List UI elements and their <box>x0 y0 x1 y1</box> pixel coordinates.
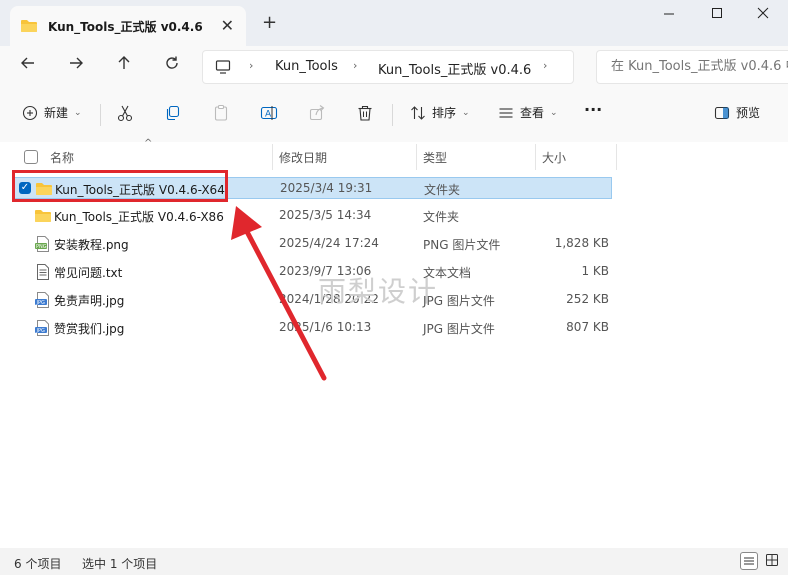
delete-icon[interactable] <box>356 104 378 126</box>
svg-text:JPG: JPG <box>36 328 45 334</box>
file-size: 807 KB <box>566 320 609 334</box>
status-bar: 6 个项目 选中 1 个项目 <box>0 548 788 575</box>
folder-icon <box>35 210 51 222</box>
new-button[interactable]: 新建 ⌄ <box>22 104 82 121</box>
file-type: PNG 图片文件 <box>423 238 501 252</box>
table-row[interactable]: JPG 免责声明.jpg 2024/1/28 20:22 JPG 图片文件 25… <box>12 289 612 311</box>
svg-text:PNG: PNG <box>36 244 47 250</box>
view-label: 查看 <box>520 106 545 120</box>
sort-icon <box>411 105 425 120</box>
file-name: Kun_Tools_正式版 V0.4.6-X86 <box>54 210 224 224</box>
file-size: 1,828 KB <box>554 236 609 250</box>
breadcrumb-item-current[interactable]: Kun_Tools_正式版 v0.4.6 <box>378 59 531 78</box>
tiles-view-icon[interactable] <box>764 552 782 570</box>
share-icon[interactable] <box>308 104 330 126</box>
chevron-right-icon[interactable]: › <box>543 59 547 72</box>
tab-title: Kun_Tools_正式版 v0.4.6 <box>48 19 203 34</box>
preview-button[interactable]: 预览 <box>714 104 760 121</box>
table-row[interactable]: Kun_Tools_正式版 V0.4.6-X86 2025/3/5 14:34 … <box>12 205 612 227</box>
up-arrow-icon[interactable] <box>112 55 136 77</box>
txt-file-icon <box>37 264 49 280</box>
address-bar: › Kun_Tools › Kun_Tools_正式版 v0.4.6 › <box>0 46 788 89</box>
chevron-down-icon: ⌄ <box>74 107 82 118</box>
file-date: 2025/3/5 14:34 <box>279 208 372 222</box>
search-box[interactable] <box>596 50 788 84</box>
details-view-icon[interactable] <box>740 552 758 570</box>
chevron-right-icon: › <box>353 59 358 72</box>
command-bar: 新建 ⌄ A 排序 ⌄ 查看 ⌄ ··· 预览 <box>0 88 788 143</box>
minimize-icon[interactable] <box>654 6 684 26</box>
column-divider[interactable] <box>616 144 617 170</box>
select-all-checkbox[interactable] <box>24 150 38 164</box>
svg-text:A: A <box>265 110 272 120</box>
copy-icon[interactable] <box>164 104 186 126</box>
file-date: 2025/4/24 17:24 <box>279 236 379 250</box>
rename-icon[interactable]: A <box>260 104 282 126</box>
file-type: 文件夹 <box>424 183 461 197</box>
more-options-icon[interactable]: ··· <box>584 100 602 119</box>
preview-pane-icon <box>714 106 730 119</box>
refresh-icon[interactable] <box>160 55 184 77</box>
explorer-tab[interactable]: Kun_Tools_正式版 v0.4.6 ✕ <box>10 6 246 46</box>
chevron-right-icon: › <box>249 59 254 72</box>
paste-icon[interactable] <box>212 104 234 126</box>
maximize-icon[interactable] <box>702 6 732 26</box>
chevron-down-icon: ⌄ <box>550 107 558 118</box>
file-size: 1 KB <box>581 264 609 278</box>
file-name: 赞赏我们.jpg <box>54 322 125 336</box>
table-row[interactable]: PNG 安装教程.png 2025/4/24 17:24 PNG 图片文件 1,… <box>12 233 612 255</box>
file-name: 安装教程.png <box>54 238 129 252</box>
item-count: 6 个项目 <box>14 557 62 571</box>
file-size: 252 KB <box>566 292 609 306</box>
table-row[interactable]: 常见问题.txt 2023/9/7 13:06 文本文档 1 KB <box>12 261 612 283</box>
column-name[interactable]: 名称 <box>50 149 74 166</box>
divider <box>100 104 101 126</box>
annotation-highlight-box <box>12 170 228 202</box>
jpg-file-icon: JPG <box>35 292 49 308</box>
file-type: 文件夹 <box>423 210 460 224</box>
breadcrumb[interactable]: › Kun_Tools › Kun_Tools_正式版 v0.4.6 › <box>202 50 574 84</box>
search-input[interactable] <box>597 51 788 81</box>
preview-label: 预览 <box>736 106 761 120</box>
sort-label: 排序 <box>432 106 457 120</box>
computer-icon <box>215 60 231 74</box>
chevron-down-icon: ⌄ <box>462 107 470 118</box>
cut-icon[interactable] <box>116 104 138 126</box>
view-button[interactable]: 查看 ⌄ <box>498 104 558 121</box>
forward-arrow-icon[interactable] <box>64 55 88 77</box>
title-bar: Kun_Tools_正式版 v0.4.6 ✕ + <box>0 0 788 46</box>
sort-button[interactable]: 排序 ⌄ <box>410 104 470 121</box>
view-list-icon <box>499 107 513 118</box>
file-list: ^ 名称 修改日期 类型 大小 ✓ Kun_Tools_正式版 V0.4.6-X… <box>0 138 788 548</box>
close-window-icon[interactable] <box>748 6 778 26</box>
new-tab-button[interactable]: + <box>262 12 277 33</box>
breadcrumb-item-kun-tools[interactable]: Kun_Tools <box>275 59 338 74</box>
svg-text:JPG: JPG <box>36 300 45 306</box>
selection-count: 选中 1 个项目 <box>82 557 158 571</box>
divider <box>392 104 393 126</box>
file-name: 常见问题.txt <box>54 266 123 280</box>
back-arrow-icon[interactable] <box>16 55 40 77</box>
file-type: JPG 图片文件 <box>423 322 495 336</box>
column-type[interactable]: 类型 <box>423 149 447 166</box>
column-date[interactable]: 修改日期 <box>279 149 327 166</box>
sort-up-icon: ^ <box>144 138 153 149</box>
file-date: 2025/1/6 10:13 <box>279 320 372 334</box>
plus-circle-icon <box>22 105 38 120</box>
new-label: 新建 <box>44 106 69 120</box>
jpg-file-icon: JPG <box>35 320 49 336</box>
close-tab-icon[interactable]: ✕ <box>221 16 234 35</box>
png-file-icon: PNG <box>35 236 49 252</box>
file-name: 免责声明.jpg <box>54 294 125 308</box>
column-divider[interactable] <box>272 144 273 170</box>
column-header: ^ 名称 修改日期 类型 大小 <box>0 138 788 172</box>
column-divider[interactable] <box>416 144 417 170</box>
file-date: 2025/3/4 19:31 <box>280 181 373 195</box>
table-row[interactable]: JPG 赞赏我们.jpg 2025/1/6 10:13 JPG 图片文件 807… <box>12 317 612 339</box>
watermark: 雨梨设计 <box>318 275 439 308</box>
folder-icon <box>21 20 37 32</box>
column-divider[interactable] <box>535 144 536 170</box>
column-size[interactable]: 大小 <box>542 149 566 166</box>
